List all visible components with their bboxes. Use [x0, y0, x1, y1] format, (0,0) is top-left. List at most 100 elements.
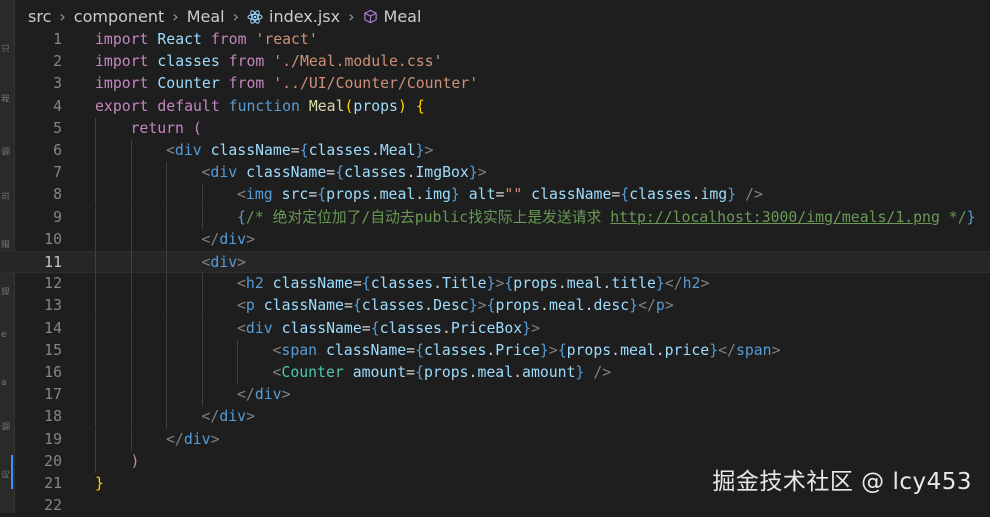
code-token: > — [771, 341, 781, 359]
code-content: <h2 className={classes.Title}>{props.mea… — [237, 273, 709, 295]
line-number: 10 — [44, 230, 62, 248]
code-line[interactable]: 9 {/* 绝对定位加了/自动去public找实际上是发送请求 http://lo… — [0, 206, 990, 229]
breadcrumb-item-meal-folder[interactable]: Meal — [187, 7, 225, 26]
line-number: 8 — [53, 186, 62, 204]
code-token: p — [655, 297, 665, 315]
indent-guide — [130, 384, 132, 407]
code-token: amount — [352, 364, 407, 381]
code-token: > — [548, 341, 558, 359]
indent-guide — [95, 206, 96, 229]
line-number: 15 — [44, 341, 62, 359]
code-line[interactable]: 5 return ( — [0, 117, 990, 140]
code-line[interactable]: 4 export default function Meal(props) { — [0, 96, 990, 118]
line-number: 13 — [44, 297, 62, 315]
code-token: </ — [718, 341, 736, 359]
indent-guide — [95, 406, 96, 429]
indent-guide — [130, 295, 132, 318]
indent-guide — [166, 228, 167, 251]
indent-guide — [166, 184, 167, 207]
code-token: > — [424, 142, 434, 159]
code-line[interactable]: 11 <div> — [0, 251, 990, 274]
code-line[interactable]: 16 <Counter amount={props.meal.amount} /> — [0, 362, 990, 384]
code-editor[interactable]: 1 import React from 'react' 2 import classe… — [0, 29, 990, 514]
code-token: ImgBox — [415, 164, 469, 182]
code-content: <p className={classes.Desc}>{props.meal.… — [237, 295, 674, 317]
code-line[interactable]: 22 — [0, 495, 990, 517]
code-token: . — [655, 341, 665, 359]
line-number: 3 — [53, 75, 62, 93]
line-number: 2 — [53, 53, 62, 71]
code-token: Meal — [308, 97, 345, 115]
indent-guide — [130, 362, 132, 384]
indent-guide — [166, 384, 167, 407]
code-token: /> — [745, 186, 763, 204]
code-token: classes — [308, 142, 371, 159]
code-token: div — [219, 408, 247, 426]
line-number: 5 — [53, 119, 62, 137]
chevron-right-icon: › — [59, 7, 66, 26]
code-token: . — [584, 297, 594, 315]
breadcrumb-item-component[interactable]: component — [74, 7, 165, 26]
code-token: Desc — [433, 297, 469, 315]
code-line[interactable]: 10 </div> — [0, 228, 990, 251]
indent-guide — [130, 228, 132, 251]
breadcrumb-item-src[interactable]: src — [28, 7, 51, 26]
breadcrumb-item-symbol[interactable]: Meal — [384, 7, 422, 26]
indent-guide — [95, 228, 96, 251]
line-number: 4 — [53, 97, 62, 115]
line-number: 7 — [53, 164, 62, 182]
code-content: <div className={classes.PriceBox}> — [237, 318, 540, 340]
code-line[interactable]: 7 <div className={classes.ImgBox}> — [0, 162, 990, 185]
code-token: > — [700, 275, 710, 293]
code-line[interactable]: 12 <h2 className={classes.Title}>{props.m… — [0, 273, 990, 296]
line-number: 14 — [44, 319, 62, 337]
indent-guide — [130, 184, 132, 207]
code-line[interactable]: 18 </div> — [0, 406, 990, 429]
code-line[interactable]: 8 <img src={props.meal.img} alt="" classN… — [0, 184, 990, 207]
code-line[interactable]: 1 import React from 'react' — [0, 29, 990, 51]
code-line[interactable]: 6 <div className={classes.Meal}> — [0, 140, 990, 162]
chevron-right-icon: › — [172, 7, 179, 26]
code-token: className — [263, 297, 344, 315]
code-token: . — [611, 341, 621, 359]
breadcrumb-item-file[interactable]: index.jsx — [269, 7, 340, 26]
indent-guide — [166, 362, 167, 384]
code-line[interactable]: 17 </div> — [0, 384, 990, 407]
code-token: price — [664, 341, 710, 359]
code-token: props — [353, 97, 398, 115]
code-token: props — [566, 341, 612, 359]
code-token: title — [611, 275, 656, 293]
code-line[interactable]: 19 </div> — [0, 428, 990, 451]
code-token: < — [237, 275, 246, 293]
code-line[interactable]: 3 import Counter from '../UI/Counter/Coun… — [0, 73, 990, 95]
code-token: src — [281, 186, 309, 204]
code-line[interactable]: 13 <p className={classes.Desc}>{props.mea… — [0, 295, 990, 318]
code-token: { — [415, 364, 424, 381]
code-content: {/* 绝对定位加了/自动去public找实际上是发送请求 http://loc… — [237, 207, 976, 229]
code-token: } — [655, 275, 665, 293]
code-content: <Counter amount={props.meal.amount} /> — [273, 362, 612, 384]
code-line[interactable]: 2 import classes from './Meal.module.css' — [0, 51, 990, 73]
indent-guide — [130, 140, 132, 162]
indent-guide — [130, 252, 132, 274]
code-token: Meal — [379, 142, 416, 159]
code-token: 'react' — [255, 31, 318, 48]
code-token: p — [245, 297, 255, 315]
code-content: import classes from './Meal.module.css' — [95, 51, 442, 73]
code-content: export default function Meal(props) { — [95, 96, 425, 118]
code-line[interactable]: 14 <div className={classes.PriceBox}> — [0, 317, 990, 340]
code-token: function — [228, 97, 300, 115]
indent-guide — [130, 162, 132, 185]
code-token: } — [709, 341, 719, 359]
code-token: h2 — [682, 275, 701, 293]
code-line[interactable]: 15 <span className={classes.Price}>{props… — [0, 339, 990, 362]
code-token: > — [664, 297, 674, 315]
code-token: http://localhost:3000/img/meals/1.png — [610, 208, 940, 226]
code-token: { — [352, 297, 362, 315]
code-token: } — [629, 297, 639, 315]
